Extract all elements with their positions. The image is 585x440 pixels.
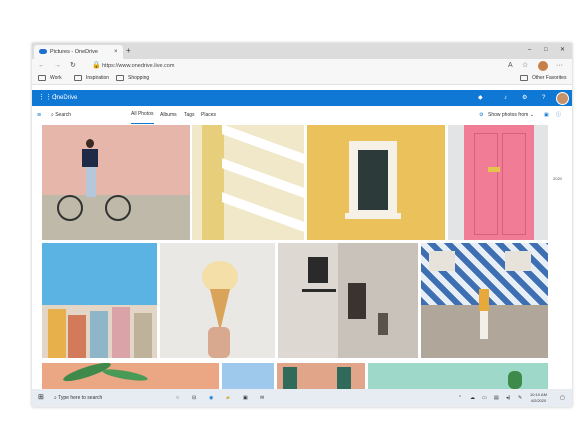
more-menu-button[interactable]: ··· <box>556 59 563 73</box>
favorite-star-icon[interactable]: ☆ <box>522 59 528 73</box>
photo-blue-sky[interactable] <box>222 363 274 389</box>
app-name: OneDrive <box>52 95 78 101</box>
browser-tab[interactable]: Pictures - OneDrive × <box>34 45 123 59</box>
chevron-down-icon: ⌄ <box>529 112 534 118</box>
profile-avatar[interactable] <box>538 61 548 71</box>
favorite-item-work[interactable]: Work <box>38 73 62 84</box>
folder-icon <box>38 74 46 81</box>
minimize-button[interactable]: – <box>528 43 531 57</box>
start-windows-icon[interactable]: ⊞ <box>38 389 44 407</box>
tab-close-button[interactable]: × <box>114 45 118 59</box>
tray-chevron-up-icon[interactable]: ⌃ <box>458 389 462 407</box>
search-icon: ⌕ <box>51 112 54 118</box>
user-avatar[interactable] <box>556 92 569 105</box>
edge-browser-icon[interactable]: ◉ <box>209 389 213 407</box>
premium-diamond-icon[interactable]: ◆ <box>478 90 483 106</box>
photo-yellow-wall-window[interactable] <box>307 125 445 240</box>
folder-icon <box>74 74 82 81</box>
photo-street-lamp[interactable] <box>278 243 418 358</box>
onedrive-tray-icon[interactable]: ☁ <box>470 389 475 407</box>
read-aloud-icon[interactable]: A <box>508 59 513 73</box>
photo-man-with-bicycle[interactable] <box>42 125 190 240</box>
browser-window: Pictures - OneDrive × + – □ ✕ ← → ↻ 🔒 ht… <box>32 43 572 407</box>
nav-menu-icon[interactable]: ≡ <box>37 106 41 125</box>
tab-all-photos[interactable]: All Photos <box>131 106 154 124</box>
favorites-bar: Work Inspiration Shopping Other Favorite… <box>32 73 572 85</box>
photo-ice-cream-cone[interactable] <box>160 243 275 358</box>
tab-tags[interactable]: Tags <box>184 106 195 125</box>
clock[interactable]: 10:10 AM 4/2/2020 <box>530 392 547 404</box>
help-button[interactable]: ? <box>542 90 545 106</box>
command-bar: ≡ ⌕ Search All Photos Albums Tags Places… <box>32 106 572 125</box>
lock-icon: 🔒 <box>92 62 101 69</box>
notifications-bell-icon[interactable]: ♪ <box>504 90 507 106</box>
cortana-icon[interactable]: ○ <box>176 389 179 407</box>
photo-shutter-building[interactable] <box>277 363 365 389</box>
onedrive-cloud-icon <box>39 49 47 54</box>
settings-gear-icon[interactable]: ⚙ <box>522 90 527 106</box>
tab-albums[interactable]: Albums <box>160 106 177 125</box>
filter-icon[interactable]: ⚙ <box>479 106 483 125</box>
taskbar-search-box[interactable]: ⌕ Type here to search <box>54 389 102 407</box>
network-icon[interactable]: ▤ <box>494 389 499 407</box>
search-icon: ⌕ <box>54 395 57 401</box>
windows-taskbar: ⊞ ⌕ Type here to search ○ ⊟ ◉ ▰ ▣ ✉ ⌃ ☁ … <box>32 389 572 407</box>
url-field[interactable]: https://www.onedrive.live.com <box>102 62 174 70</box>
info-icon[interactable]: ⓘ <box>556 106 561 125</box>
onedrive-header: ⋮⋮⋮ OneDrive ◆ ♪ ⚙ ? <box>32 90 572 106</box>
favorite-item-shopping[interactable]: Shopping <box>116 73 149 84</box>
clock-date: 4/2/2020 <box>530 398 547 403</box>
back-icon[interactable]: ← <box>38 59 45 73</box>
store-icon[interactable]: ▣ <box>243 389 248 407</box>
mail-icon[interactable]: ✉ <box>260 389 264 407</box>
folder-icon <box>520 74 528 81</box>
battery-icon[interactable]: ▭ <box>482 389 487 407</box>
new-tab-button[interactable]: + <box>126 43 131 59</box>
task-view-icon[interactable]: ⊟ <box>192 389 196 407</box>
file-explorer-icon[interactable]: ▰ <box>226 389 230 407</box>
photo-mint-wall-plant[interactable] <box>368 363 548 389</box>
photo-pink-door[interactable] <box>448 125 548 240</box>
tab-places[interactable]: Places <box>201 106 216 125</box>
volume-icon[interactable]: ◂) <box>506 389 510 407</box>
photo-woman-tiled-wall[interactable] <box>421 243 548 358</box>
folder-icon <box>116 74 124 81</box>
favorite-item-inspiration[interactable]: Inspiration <box>74 73 109 84</box>
photo-yellow-balconies[interactable] <box>192 125 304 240</box>
photo-colorful-houses[interactable] <box>42 243 157 358</box>
notification-center-icon[interactable]: ▢ <box>560 389 565 407</box>
search-box[interactable]: ⌕ Search <box>51 106 71 125</box>
forward-icon[interactable]: → <box>54 59 61 73</box>
refresh-icon[interactable]: ↻ <box>70 59 76 73</box>
view-options-icon[interactable]: ▣ <box>544 106 549 125</box>
address-bar: ← → ↻ 🔒 https://www.onedrive.live.com A … <box>32 59 572 73</box>
tab-title: Pictures - OneDrive <box>50 49 98 55</box>
photo-palm-leaves[interactable] <box>42 363 219 389</box>
tab-bar: Pictures - OneDrive × + – □ ✕ <box>32 43 572 59</box>
timeline-year-marker[interactable]: 2020 <box>553 176 562 181</box>
show-photos-from[interactable]: Show photos from ⌄ <box>488 106 534 125</box>
close-window-button[interactable]: ✕ <box>560 43 565 57</box>
maximize-button[interactable]: □ <box>544 43 548 57</box>
other-favorites[interactable]: Other Favorites <box>520 73 566 84</box>
pen-icon[interactable]: ✎ <box>518 389 522 407</box>
